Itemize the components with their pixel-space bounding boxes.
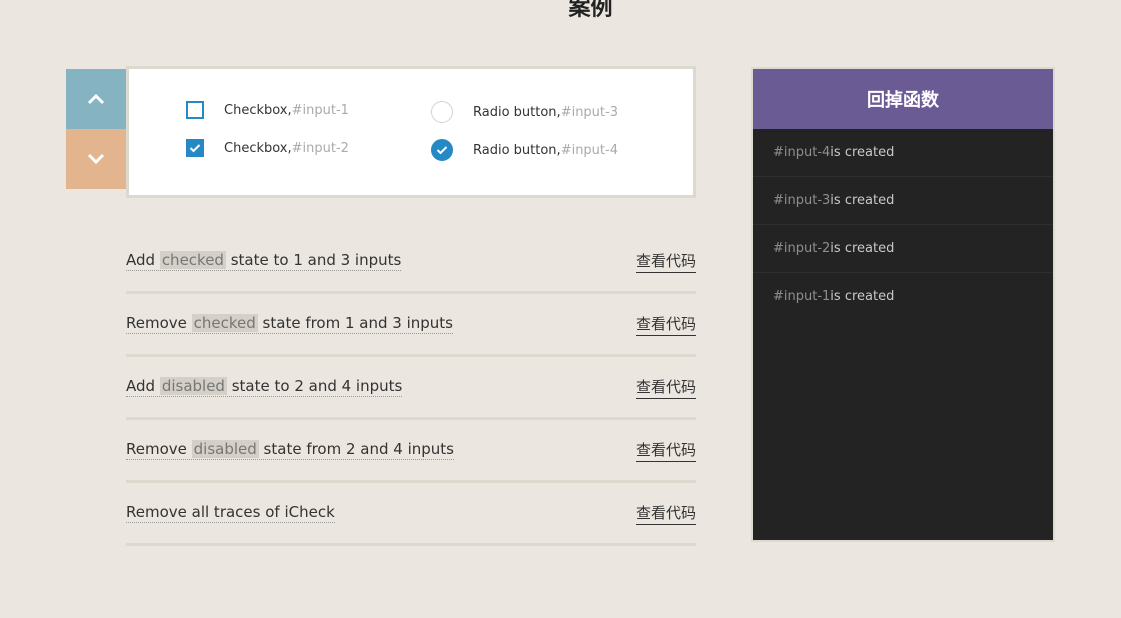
action-text: Add xyxy=(126,377,160,395)
view-code-link[interactable]: 查看代码 xyxy=(635,439,696,462)
callback-panel: 回掉函数 #input-4 is created #input-3 is cre… xyxy=(751,67,1055,542)
state-highlight: disabled xyxy=(159,377,227,395)
checkbox-id: #input-2 xyxy=(291,140,349,156)
log-id: #input-3 xyxy=(773,193,831,208)
checkbox-label: Checkbox, xyxy=(224,140,292,156)
checkbox-input-2[interactable]: Checkbox, #input-2 xyxy=(186,139,349,157)
action-row: Remove all traces of iCheck 查看代码 xyxy=(126,483,696,546)
radio-unchecked-icon[interactable] xyxy=(431,101,453,123)
action-add-checked[interactable]: Add checked state to 1 and 3 inputs xyxy=(126,251,402,271)
chevron-down-icon xyxy=(87,153,105,165)
scroll-down-button[interactable] xyxy=(66,129,126,189)
log-text: is created xyxy=(830,193,895,208)
radio-input-3[interactable]: Radio button, #input-3 xyxy=(431,101,618,123)
action-text: state to 2 and 4 inputs xyxy=(226,377,403,395)
view-code-link[interactable]: 查看代码 xyxy=(635,250,696,273)
action-text: state from 1 and 3 inputs xyxy=(257,314,454,332)
checkbox-unchecked-icon[interactable] xyxy=(186,101,204,119)
checkmark-icon xyxy=(189,144,201,153)
state-highlight: checked xyxy=(159,251,226,269)
action-text: state to 1 and 3 inputs xyxy=(225,251,402,269)
action-remove-checked[interactable]: Remove checked state from 1 and 3 inputs xyxy=(126,314,454,334)
log-entry: #input-1 is created xyxy=(753,273,1053,320)
action-add-disabled[interactable]: Add disabled state to 2 and 4 inputs xyxy=(126,377,403,397)
radio-id: #input-4 xyxy=(560,142,618,158)
checkbox-checked-icon[interactable] xyxy=(186,139,204,157)
log-text: is created xyxy=(830,241,895,256)
action-row: Add disabled state to 2 and 4 inputs 查看代… xyxy=(126,357,696,420)
checkbox-input-1[interactable]: Checkbox, #input-1 xyxy=(186,101,349,119)
action-text: Remove xyxy=(126,440,192,458)
action-text: state from 2 and 4 inputs xyxy=(258,440,455,458)
view-code-link[interactable]: 查看代码 xyxy=(635,502,696,525)
checkmark-icon xyxy=(436,146,448,155)
radio-checked-icon[interactable] xyxy=(431,139,453,161)
action-row: Remove checked state from 1 and 3 inputs… xyxy=(126,294,696,357)
radio-id: #input-3 xyxy=(560,104,618,120)
view-code-link[interactable]: 查看代码 xyxy=(635,313,696,336)
action-text: Add xyxy=(126,251,160,269)
scroll-up-button[interactable] xyxy=(66,69,126,129)
action-list: Add checked state to 1 and 3 inputs 查看代码… xyxy=(126,231,696,546)
checkbox-id: #input-1 xyxy=(291,102,349,118)
checkbox-label: Checkbox, xyxy=(224,102,292,118)
radio-input-4[interactable]: Radio button, #input-4 xyxy=(431,139,618,161)
state-highlight: checked xyxy=(191,314,258,332)
radio-label: Radio button, xyxy=(473,142,561,158)
callback-title: 回掉函数 xyxy=(753,69,1053,129)
callback-log: #input-4 is created #input-3 is created … xyxy=(753,129,1053,320)
log-id: #input-1 xyxy=(773,289,831,304)
log-id: #input-4 xyxy=(773,145,831,160)
action-remove-disabled[interactable]: Remove disabled state from 2 and 4 input… xyxy=(126,440,455,460)
chevron-up-icon xyxy=(87,93,105,105)
action-text: Remove xyxy=(126,314,192,332)
state-highlight: disabled xyxy=(191,440,259,458)
log-entry: #input-2 is created xyxy=(753,225,1053,273)
action-remove-icheck[interactable]: Remove all traces of iCheck xyxy=(126,503,335,523)
action-row: Add checked state to 1 and 3 inputs 查看代码 xyxy=(126,231,696,294)
page-title: 案例 xyxy=(568,0,613,21)
demo-panel: Checkbox, #input-1 Checkbox, #input-2 Ra… xyxy=(126,66,696,198)
view-code-link[interactable]: 查看代码 xyxy=(635,376,696,399)
log-text: is created xyxy=(830,289,895,304)
log-entry: #input-4 is created xyxy=(753,129,1053,177)
action-text: Remove all traces of iCheck xyxy=(126,503,335,521)
log-text: is created xyxy=(830,145,895,160)
log-id: #input-2 xyxy=(773,241,831,256)
radio-label: Radio button, xyxy=(473,104,561,120)
log-entry: #input-3 is created xyxy=(753,177,1053,225)
action-row: Remove disabled state from 2 and 4 input… xyxy=(126,420,696,483)
